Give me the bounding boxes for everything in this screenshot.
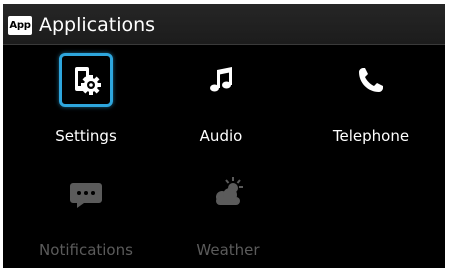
app-screen: App Applications Settings Audio Telephon… xyxy=(3,4,445,268)
page-title: Applications xyxy=(39,14,156,36)
settings-icon xyxy=(64,58,108,102)
app-tile-notifications[interactable]: Notifications xyxy=(26,164,146,264)
tile-label-telephone: Telephone xyxy=(332,127,410,145)
header-bar: App Applications xyxy=(3,4,445,45)
phone-icon xyxy=(349,58,393,102)
app-tile-audio[interactable]: Audio xyxy=(161,50,281,150)
weather-icon xyxy=(206,172,250,216)
chat-bubble-icon xyxy=(64,172,108,216)
music-note-icon xyxy=(199,58,243,102)
app-badge: App xyxy=(8,16,32,35)
app-tile-weather[interactable]: Weather xyxy=(168,164,288,264)
tile-label-audio: Audio xyxy=(199,127,243,145)
app-tile-settings[interactable]: Settings xyxy=(26,50,146,150)
tile-label-notifications: Notifications xyxy=(39,241,133,259)
tile-label-weather: Weather xyxy=(196,241,260,259)
tile-label-settings: Settings xyxy=(55,127,117,145)
app-tile-telephone[interactable]: Telephone xyxy=(311,50,431,150)
